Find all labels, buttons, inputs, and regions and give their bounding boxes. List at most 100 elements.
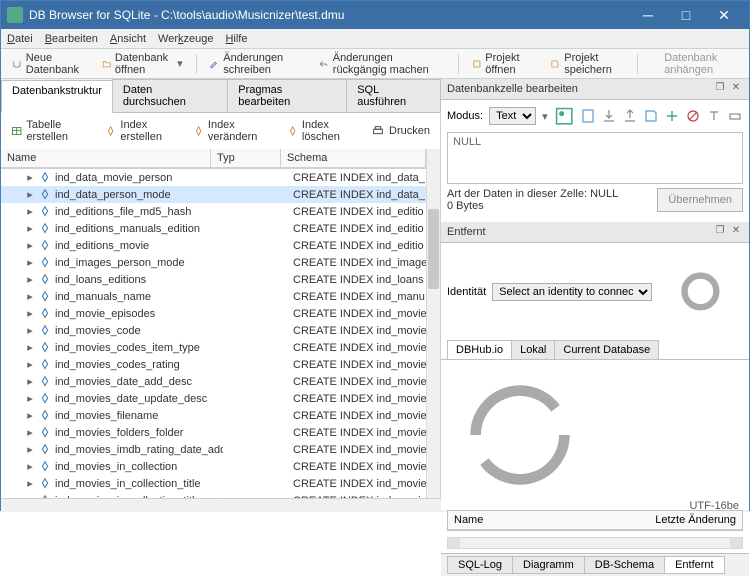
modify-index-button[interactable]: Index verändern [189,117,277,145]
remote-col-name[interactable]: Name [448,511,595,529]
expand-icon[interactable]: ▸ [25,273,35,286]
expand-icon[interactable]: ▸ [25,494,35,498]
expand-icon[interactable]: ▸ [25,477,35,490]
remote-tab-local[interactable]: Lokal [511,340,555,359]
btab-schema[interactable]: DB-Schema [584,556,665,574]
header-schema[interactable]: Schema [281,149,426,167]
header-typ[interactable]: Typ [211,149,281,167]
expand-icon[interactable]: ▸ [25,171,35,184]
btab-remote[interactable]: Entfernt [664,556,725,574]
detach-remote-icon[interactable]: ❐ [713,225,727,239]
save-project-button[interactable]: Projekt speichern [543,48,630,80]
identity-select[interactable]: Select an identity to connect [492,283,652,301]
expand-icon[interactable]: ▸ [25,409,35,422]
write-changes-button[interactable]: Änderungen schreiben [202,48,308,80]
tree-row[interactable]: ▸ind_editions_file_md5_hashCREATE INDEX … [1,203,426,220]
expand-icon[interactable]: ▸ [25,460,35,473]
tree-row[interactable]: ▸ind_movies_in_collection_titleCREATE IN… [1,475,426,492]
tree-body[interactable]: ▸ind_data_movie_personCREATE INDEX ind_d… [1,168,426,498]
btab-sqllog[interactable]: SQL-Log [447,556,513,574]
tab-browse[interactable]: Daten durchsuchen [112,79,228,112]
remote-col-change[interactable]: Letzte Änderung [595,511,742,529]
expand-icon[interactable]: ▸ [25,392,35,405]
remote-tab-current[interactable]: Current Database [554,340,659,359]
attach-database-button[interactable]: Datenbank anhängen [643,48,745,80]
expand-icon[interactable]: ▸ [25,290,35,303]
expand-icon[interactable]: ▸ [25,426,35,439]
create-index-button[interactable]: Index erstellen [101,117,183,145]
close-panel-icon[interactable]: ✕ [729,82,743,96]
tree-row[interactable]: ▸ind_images_person_modeCREATE INDEX ind_… [1,254,426,271]
tree-row[interactable]: ▸ind_movies_in_collectionCREATE INDEX in… [1,458,426,475]
btab-diagram[interactable]: Diagramm [512,556,585,574]
tree-row[interactable]: ▸ind_editions_manuals_editionCREATE INDE… [1,220,426,237]
add-icon[interactable] [664,108,680,124]
menu-edit[interactable]: Bearbeiten [45,33,98,45]
tree-row[interactable]: ▸ind_movies_codeCREATE INDEX ind_movie [1,322,426,339]
tab-sql[interactable]: SQL ausführen [346,79,441,112]
apply-button[interactable]: Übernehmen [657,188,743,212]
tree-row[interactable]: ▸ind_movies_folders_folderCREATE INDEX i… [1,424,426,441]
expand-icon[interactable]: ▸ [25,324,35,337]
tree-row[interactable]: ▸ind_data_person_modeCREATE INDEX ind_da… [1,186,426,203]
refresh-icon[interactable] [449,364,591,506]
header-name[interactable]: Name [1,149,211,167]
expand-icon[interactable]: ▸ [25,443,35,456]
export-icon[interactable] [601,108,617,124]
open-project-button[interactable]: Projekt öffnen [465,48,540,80]
remote-tab-dbhub[interactable]: DBHub.io [447,340,512,359]
save-icon[interactable] [643,108,659,124]
clone-icon[interactable] [599,364,741,506]
expand-icon[interactable]: ▸ [25,188,35,201]
tree-row[interactable]: ▸ind_movies_in_collection_title_sortCREA… [1,492,426,498]
expand-icon[interactable]: ▸ [25,307,35,320]
expand-icon[interactable]: ▸ [25,205,35,218]
image-icon[interactable] [554,106,574,126]
menu-file[interactable]: Datei [7,33,33,45]
remote-hscroll[interactable] [447,537,743,549]
delete-index-button[interactable]: Index löschen [283,117,362,145]
tree-row[interactable]: ▸ind_movies_codes_item_typeCREATE INDEX … [1,339,426,356]
tree-row[interactable]: ▸ind_movies_date_update_descCREATE INDEX… [1,390,426,407]
detach-icon[interactable]: ❐ [713,82,727,96]
maximize-button[interactable]: □ [667,1,705,29]
expand-icon[interactable]: ▸ [25,256,35,269]
mode-select[interactable]: Text [489,107,536,125]
tree-row[interactable]: ▸ind_movies_date_add_descCREATE INDEX in… [1,373,426,390]
print-button[interactable]: Drucken [367,122,434,140]
minimize-button[interactable]: ─ [629,1,667,29]
page-icon[interactable] [580,108,596,124]
new-database-button[interactable]: Neue Datenbank [5,48,91,80]
create-table-button[interactable]: Tabelle erstellen [7,117,95,145]
tree-row[interactable]: ▸ind_data_movie_personCREATE INDEX ind_d… [1,169,426,186]
import-icon[interactable] [622,108,638,124]
close-remote-icon[interactable]: ✕ [729,225,743,239]
tree-row[interactable]: ▸ind_movies_codes_ratingCREATE INDEX ind… [1,356,426,373]
menu-tools[interactable]: Werkzeuge [158,33,213,45]
tree-row[interactable]: ▸ind_movies_filenameCREATE INDEX ind_mov… [1,407,426,424]
undo-changes-button[interactable]: Änderungen rückgängig machen [312,48,452,80]
expand-icon[interactable]: ▸ [25,222,35,235]
tab-pragmas[interactable]: Pragmas bearbeiten [227,79,347,112]
close-button[interactable]: ✕ [705,1,743,29]
settings-icon[interactable] [658,249,743,334]
menu-help[interactable]: Hilfe [225,33,247,45]
tree-row[interactable]: ▸ind_loans_editionsCREATE INDEX ind_loan… [1,271,426,288]
open-database-button[interactable]: Datenbank öffnen▾ [95,48,190,80]
expand-icon[interactable]: ▸ [25,358,35,371]
tab-structure[interactable]: Datenbankstruktur [1,80,113,113]
tree-row[interactable]: ▸ind_editions_movieCREATE INDEX ind_edit… [1,237,426,254]
remote-list[interactable]: Name Letzte Änderung [447,510,743,531]
expand-icon[interactable]: ▸ [25,341,35,354]
print-cell-icon[interactable] [727,108,743,124]
tree-row[interactable]: ▸ind_manuals_nameCREATE INDEX ind_manu [1,288,426,305]
menu-view[interactable]: Ansicht [110,33,146,45]
text-icon[interactable] [706,108,722,124]
cell-content[interactable]: NULL [447,132,743,184]
expand-icon[interactable]: ▸ [25,375,35,388]
tree-row[interactable]: ▸ind_movie_episodesCREATE INDEX ind_movi… [1,305,426,322]
tree-scrollbar[interactable] [426,149,440,498]
tree-row[interactable]: ▸ind_movies_imdb_rating_date_add_descCRE… [1,441,426,458]
null-icon[interactable] [685,108,701,124]
expand-icon[interactable]: ▸ [25,239,35,252]
